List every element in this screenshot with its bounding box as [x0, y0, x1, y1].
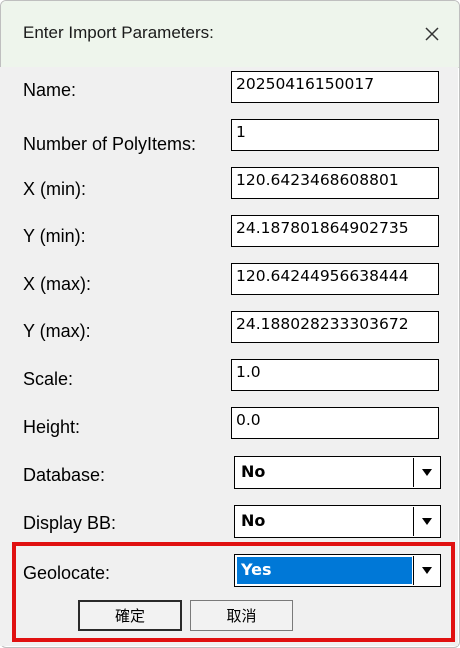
x-min-label: X (min): — [23, 179, 86, 199]
name-label: Name: — [23, 80, 77, 100]
display-bb-dropdown[interactable]: No — [234, 505, 441, 538]
dropdown-arrow-button[interactable] — [413, 507, 439, 536]
height-label: Height: — [23, 417, 81, 437]
number-of-polyitems-label: Number of PolyItems: — [23, 134, 197, 154]
x-min-field[interactable]: 120.6423468608801 — [231, 167, 439, 199]
x-max-label: X (max): — [23, 274, 92, 294]
number-of-polyitems-field[interactable]: 1 — [231, 119, 439, 151]
database-label: Database: — [23, 465, 106, 485]
dialog-title: Enter Import Parameters: — [23, 23, 214, 42]
scale-label: Scale: — [23, 369, 74, 389]
ok-button[interactable]: 確定 — [78, 600, 182, 631]
chevron-down-icon — [421, 469, 432, 476]
name-field[interactable]: 20250416150017 — [231, 71, 439, 103]
y-min-field[interactable]: 24.187801864902735 — [231, 215, 439, 247]
display-bb-value: No — [241, 511, 266, 530]
dropdown-arrow-button[interactable] — [413, 556, 439, 585]
y-max-label: Y (max): — [23, 321, 91, 341]
display-bb-label: Display BB: — [23, 513, 117, 533]
geolocate-label: Geolocate: — [23, 563, 111, 583]
x-max-field[interactable]: 120.64244956638444 — [231, 263, 439, 295]
scale-field[interactable]: 1.0 — [231, 359, 439, 391]
chevron-down-icon — [421, 567, 432, 574]
cancel-button[interactable]: 取消 — [190, 600, 293, 631]
close-icon — [425, 27, 439, 41]
database-value: No — [241, 462, 266, 481]
y-max-field[interactable]: 24.188028233303672 — [231, 311, 439, 343]
database-dropdown[interactable]: No — [234, 456, 441, 489]
dropdown-arrow-button[interactable] — [413, 458, 439, 487]
close-button[interactable] — [413, 15, 451, 53]
y-min-label: Y (min): — [23, 226, 86, 246]
geolocate-value: Yes — [237, 557, 412, 584]
dialog-titlebar: Enter Import Parameters: — [1, 1, 459, 68]
chevron-down-icon — [421, 518, 432, 525]
geolocate-dropdown[interactable]: Yes — [234, 554, 441, 587]
height-field[interactable]: 0.0 — [231, 407, 439, 439]
